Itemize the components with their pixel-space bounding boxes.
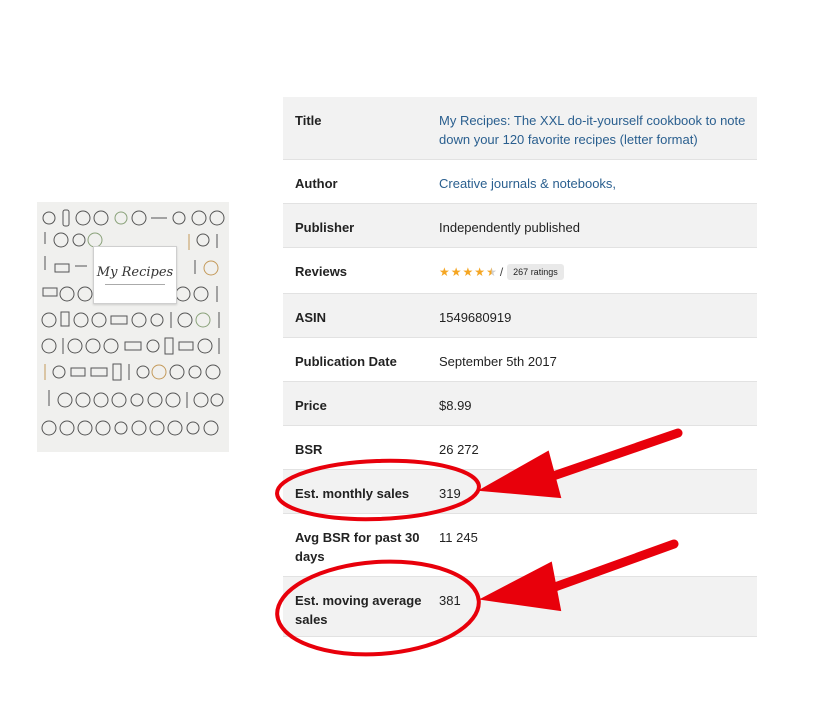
food-pattern — [41, 209, 225, 436]
rating-separator: / — [499, 264, 504, 279]
bsr-value: 26 272 — [439, 425, 757, 470]
row-label: Avg BSR for past 30 days — [283, 513, 439, 577]
row-label: Author — [283, 159, 439, 204]
row-label: ASIN — [283, 293, 439, 338]
rating-stars[interactable]: ★ ★ ★ ★ ★ — [439, 266, 497, 278]
star-icon: ★ — [450, 265, 462, 280]
price-value: $8.99 — [439, 381, 757, 426]
table-row: Avg BSR for past 30 days 11 245 — [283, 513, 757, 577]
table-row: Publication Date September 5th 2017 — [283, 337, 757, 382]
author-link[interactable]: Creative journals & notebooks, — [439, 159, 757, 204]
book-cover[interactable]: My Recipes — [37, 202, 229, 452]
avg-bsr-value: 11 245 — [439, 513, 757, 577]
asin-value: 1549680919 — [439, 293, 757, 338]
star-icon: ★ — [439, 265, 450, 280]
row-label: Price — [283, 381, 439, 426]
publisher-value: Independently published — [439, 203, 757, 248]
table-row: Reviews ★ ★ ★ ★ ★ /267 ratings — [283, 247, 757, 294]
table-row: Title My Recipes: The XXL do-it-yourself… — [283, 97, 757, 160]
star-icon: ★ — [462, 265, 474, 280]
half-star-icon: ★ — [486, 265, 497, 280]
moving-average-sales-value: 381 — [439, 576, 757, 637]
cover-title-label: My Recipes — [93, 246, 177, 304]
table-row: Price $8.99 — [283, 381, 757, 426]
table-row: BSR 26 272 — [283, 425, 757, 470]
row-label: Publication Date — [283, 337, 439, 382]
row-label: Publisher — [283, 203, 439, 248]
row-label: Reviews — [283, 247, 439, 294]
star-icon: ★ — [474, 265, 486, 280]
cover-title: My Recipes — [96, 265, 174, 280]
row-label: BSR — [283, 425, 439, 470]
book-details-table: Title My Recipes: The XXL do-it-yourself… — [283, 97, 757, 637]
publication-date-value: September 5th 2017 — [439, 337, 757, 382]
monthly-sales-value: 319 — [439, 469, 757, 514]
table-row: Est. monthly sales 319 — [283, 469, 757, 514]
row-label: Est. moving average sales — [283, 576, 439, 637]
table-row: Est. moving average sales 381 — [283, 576, 757, 637]
table-row: ASIN 1549680919 — [283, 293, 757, 338]
cover-title-rule — [105, 284, 165, 285]
ratings-count-badge[interactable]: 267 ratings — [507, 264, 564, 281]
table-row: Publisher Independently published — [283, 203, 757, 248]
row-label: Title — [283, 97, 439, 160]
table-row: Author Creative journals & notebooks, — [283, 159, 757, 204]
row-label: Est. monthly sales — [283, 469, 439, 514]
reviews-cell: ★ ★ ★ ★ ★ /267 ratings — [439, 247, 757, 294]
book-title-link[interactable]: My Recipes: The XXL do-it-yourself cookb… — [439, 97, 757, 160]
